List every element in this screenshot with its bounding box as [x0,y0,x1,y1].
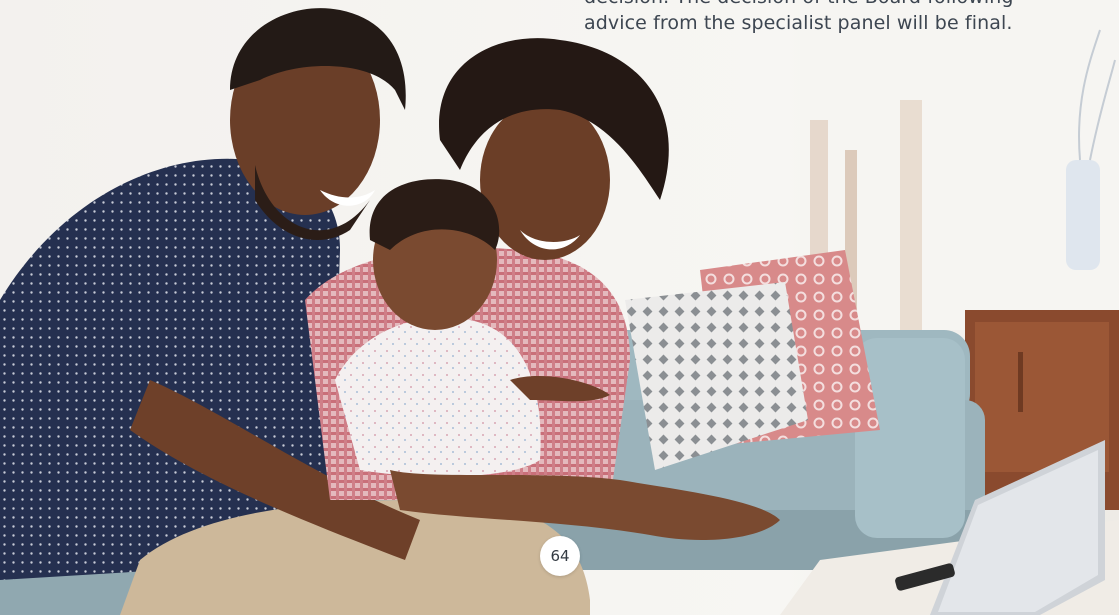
document-page: decision. The decision of the Board foll… [0,0,1119,615]
body-text-line-1: decision. The decision of the Board foll… [584,0,1104,10]
body-text-line-2: advice from the specialist panel will be… [584,12,1013,34]
body-text-block: decision. The decision of the Board foll… [584,0,1104,36]
family-photo [0,0,1119,615]
page-number-badge: 64 [540,536,580,576]
